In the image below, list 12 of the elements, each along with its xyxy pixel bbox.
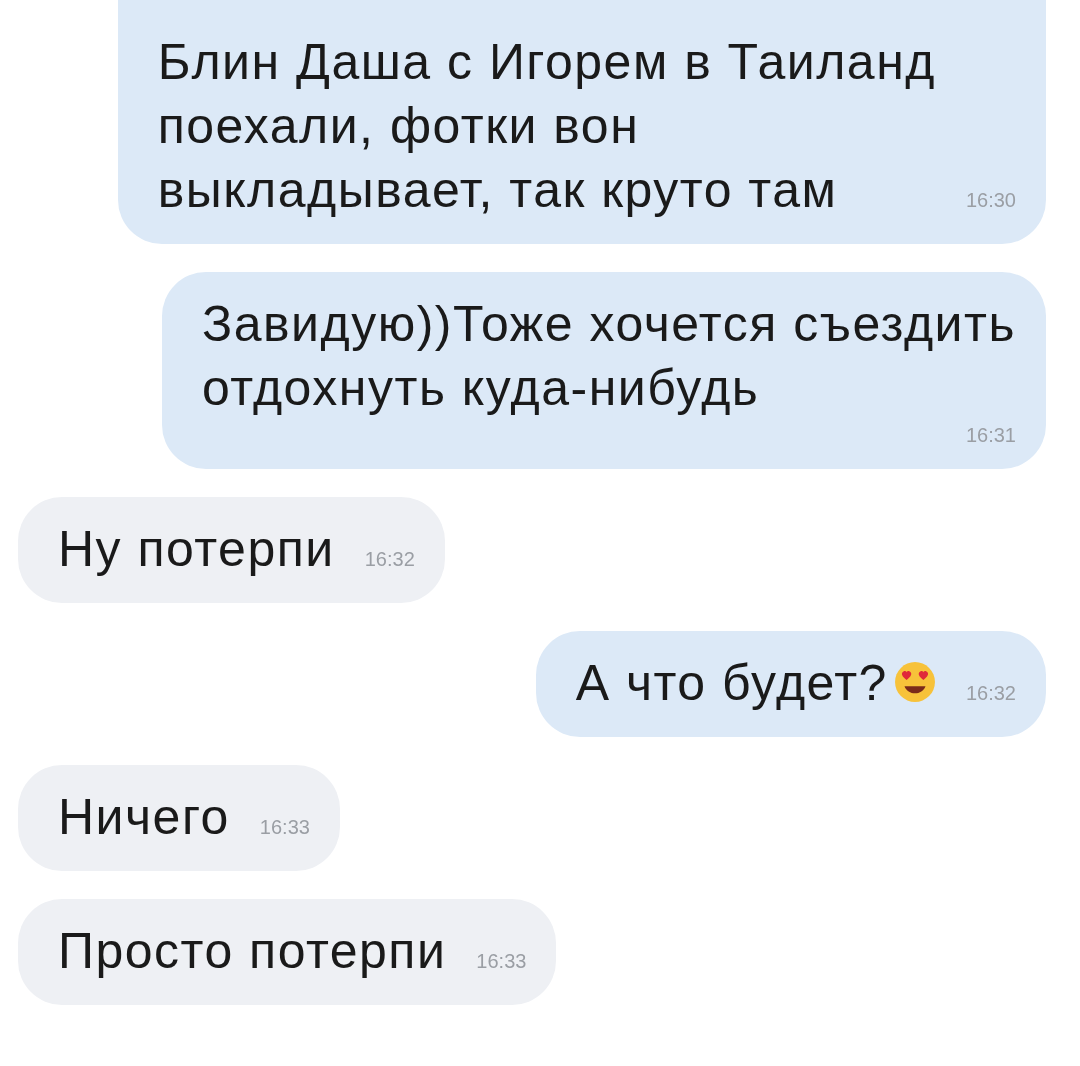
message-time: 16:31 [965,424,1016,447]
message-time: 16:32 [965,682,1016,705]
message-time: 16:33 [476,950,527,973]
message-time: 16:30 [965,189,1016,212]
message-time: 16:33 [259,816,310,839]
message-text: Блин Даша с Игорем в Таиланд поехали, фотки вон выкладывает, так круто там [157,33,936,220]
message-text: Завидую))Тоже хочется съездить отдохнуть куда-нибудь [202,295,1016,418]
message-text: Ну потерпи [58,520,335,579]
message-time: 16:32 [364,548,415,571]
message-text: Ничего [58,788,230,847]
message-text: А что будет? [575,654,888,713]
message-text: Просто потерпи [58,922,447,981]
